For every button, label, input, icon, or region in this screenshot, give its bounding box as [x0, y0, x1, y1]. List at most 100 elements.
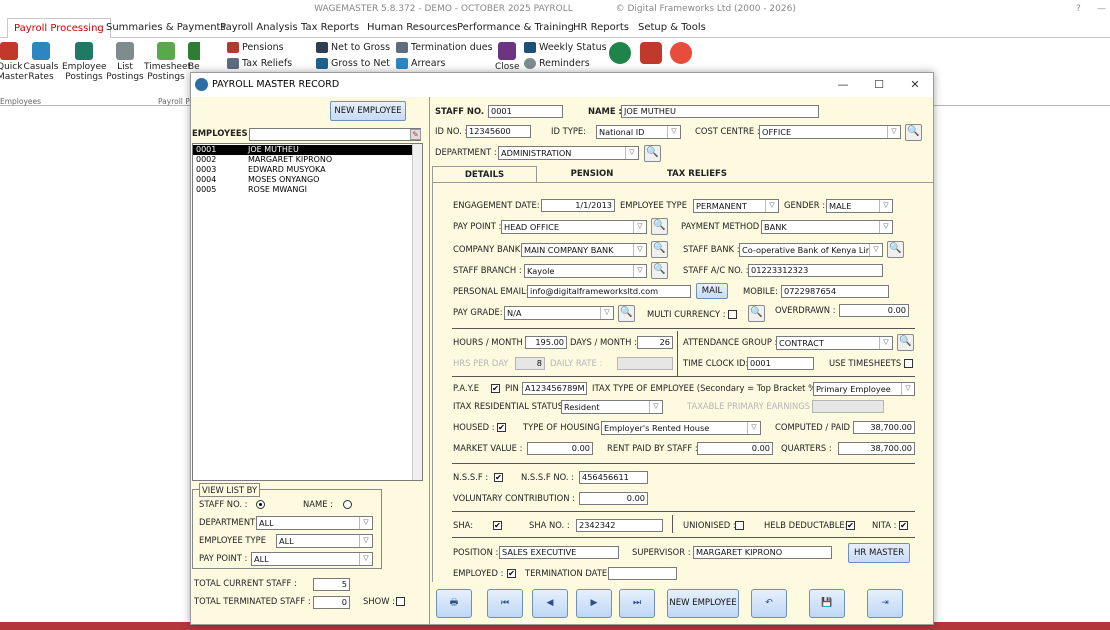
multi-currency-checkbox[interactable]	[728, 310, 737, 319]
exit-icon[interactable]: ⇥	[867, 589, 903, 618]
first-record-icon[interactable]: ⏮	[487, 589, 523, 618]
clear-search-icon[interactable]: ✎	[410, 129, 421, 140]
department-filter-select[interactable]: ALL ▽	[256, 516, 373, 530]
id-no-field[interactable]: 12345600	[466, 125, 531, 138]
search-icon[interactable]: 🔍	[905, 124, 922, 141]
search-icon[interactable]: 🔍	[887, 241, 904, 258]
id-type-select[interactable]: National ID ▽	[596, 125, 681, 139]
previous-record-icon[interactable]: ◀	[532, 589, 568, 618]
employed-checkbox[interactable]: ✔	[507, 569, 516, 578]
attendance-group-select[interactable]: CONTRACT ▽	[776, 336, 893, 350]
casuals-rates-button[interactable]: Casuals Rates	[23, 42, 59, 82]
pensions-button[interactable]: Pensions	[227, 42, 284, 53]
staff-no-field[interactable]: 0001	[488, 105, 563, 118]
company-bank-select[interactable]: MAIN COMPANY BANK ▽	[521, 243, 647, 257]
next-record-icon[interactable]: ▶	[576, 589, 612, 618]
quit-icon[interactable]	[670, 42, 692, 64]
gross-to-net-button[interactable]: Gross to Net	[316, 58, 390, 69]
hours-month-field[interactable]: 195.00	[525, 336, 567, 349]
dialog-minimize-button[interactable]: —	[826, 73, 860, 97]
housed-checkbox[interactable]: ✔	[497, 423, 506, 432]
list-postings-button[interactable]: List Postings	[106, 42, 144, 82]
staff-no-radio[interactable]	[256, 500, 265, 509]
nssf-no-field[interactable]: 456456611	[579, 471, 648, 484]
employee-type-select[interactable]: PERMANENT ▽	[693, 199, 779, 213]
staff-ac-field[interactable]: 01223312323	[748, 264, 883, 277]
engagement-date-field[interactable]: 1/1/2013	[541, 199, 615, 212]
tab-tax-reliefs[interactable]: TAX RELIEFS	[647, 166, 747, 182]
tax-reliefs-button[interactable]: Tax Reliefs	[227, 58, 292, 69]
pay-point-filter-select[interactable]: ALL ▽	[251, 552, 373, 566]
days-month-field[interactable]: 26	[637, 336, 673, 349]
search-icon[interactable]: 🔍	[651, 262, 668, 279]
undo-icon[interactable]: ↶	[751, 589, 787, 618]
menu-hr-reports[interactable]: HR Reports	[573, 18, 629, 38]
list-item[interactable]: 0004 MOSES ONYANGO	[193, 175, 421, 185]
name-radio[interactable]	[343, 500, 352, 509]
menu-tax-reports[interactable]: Tax Reports	[301, 18, 359, 38]
hr-master-button[interactable]: HR MASTER	[848, 543, 910, 563]
quick-master-button[interactable]: Quick Master	[0, 42, 28, 82]
position-field[interactable]: SALES EXECUTIVE	[499, 546, 619, 559]
arrears-button[interactable]: Arrears	[396, 58, 445, 69]
housing-type-select[interactable]: Employer's Rented House ▽	[601, 421, 761, 435]
paye-checkbox[interactable]: ✔	[491, 384, 500, 393]
list-item[interactable]: 0001 JOE MUTHEU	[193, 145, 421, 155]
search-icon[interactable]: 🔍	[644, 145, 661, 162]
new-employee-bottom-button[interactable]: NEW EMPLOYEE	[667, 589, 739, 618]
computed-paid-field[interactable]: 38,700.00	[853, 421, 915, 434]
close-payroll-button[interactable]: Close	[495, 42, 520, 72]
menu-payroll-analysis[interactable]: Payroll Analysis	[220, 18, 298, 38]
search-icon[interactable]: 🔍	[618, 305, 635, 322]
helb-checkbox[interactable]: ✔	[846, 521, 855, 530]
new-employee-button[interactable]: NEW EMPLOYEE	[330, 101, 406, 121]
reminders-button[interactable]: Reminders	[524, 58, 590, 69]
help-button[interactable]: ?	[1076, 0, 1081, 18]
weekly-status-button[interactable]: Weekly Status	[524, 42, 607, 53]
tab-pension[interactable]: PENSION	[537, 166, 647, 182]
mail-button[interactable]: MAIL	[696, 283, 728, 299]
timesheet-postings-button[interactable]: Timesheet Postings	[144, 42, 191, 82]
gender-select[interactable]: MALE ▽	[826, 199, 893, 213]
mobile-field[interactable]: 0722987654	[781, 285, 889, 298]
list-item[interactable]: 0002 MARGARET KIPRONO	[193, 155, 421, 165]
pay-point-select[interactable]: HEAD OFFICE ▽	[501, 220, 647, 234]
search-icon[interactable]: 🔍	[651, 241, 668, 258]
benefits-button[interactable]: Benefits	[188, 42, 200, 72]
personal-email-field[interactable]: info@digitalframeworksltd.com	[527, 285, 691, 298]
employee-list-scrollbar[interactable]	[412, 144, 422, 480]
dialog-maximize-button[interactable]: ☐	[862, 73, 896, 97]
save-icon[interactable]: 💾	[809, 589, 845, 618]
employee-list[interactable]: 0001 JOE MUTHEU 0002 MARGARET KIPRONO 0003 ED…	[192, 143, 423, 481]
name-field[interactable]: JOE MUTHEU	[621, 105, 819, 118]
menu-payroll-processing[interactable]: Payroll Processing	[7, 18, 111, 39]
nita-checkbox[interactable]: ✔	[899, 521, 908, 530]
unionised-checkbox[interactable]	[735, 521, 744, 530]
pin-field[interactable]: A123456789M	[522, 382, 587, 395]
payment-method-select[interactable]: BANK ▽	[761, 220, 893, 234]
dialog-close-button[interactable]: ✕	[898, 73, 932, 97]
menu-performance-training[interactable]: Performance & Training	[457, 18, 574, 38]
time-clock-field[interactable]: 0001	[747, 357, 814, 370]
pay-grade-select[interactable]: N/A ▽	[504, 306, 614, 320]
department-select[interactable]: ADMINISTRATION ▽	[498, 146, 639, 160]
termination-dues-button[interactable]: Termination dues	[396, 42, 493, 53]
employee-search-input[interactable]	[249, 128, 421, 141]
rent-paid-field[interactable]: 0.00	[697, 442, 773, 455]
itax-type-select[interactable]: Primary Employee ▽	[813, 382, 915, 396]
use-timesheets-checkbox[interactable]	[904, 359, 913, 368]
list-item[interactable]: 0005 ROSE MWANGI	[193, 185, 421, 195]
print-icon[interactable]: 🖶	[436, 589, 472, 618]
nssf-checkbox[interactable]: ✔	[494, 473, 503, 482]
last-record-icon[interactable]: ⏭	[619, 589, 655, 618]
staff-bank-select[interactable]: Co-operative Bank of Kenya Limited ▽	[739, 243, 883, 257]
cost-centre-select[interactable]: OFFICE ▽	[759, 125, 901, 139]
termination-date-field[interactable]	[608, 567, 677, 580]
menu-setup-tools[interactable]: Setup & Tools	[638, 18, 706, 38]
log-icon[interactable]	[640, 42, 662, 64]
net-to-gross-button[interactable]: Net to Gross	[316, 42, 390, 53]
list-item[interactable]: 0003 EDWARD MUSYOKA	[193, 165, 421, 175]
sha-checkbox[interactable]: ✔	[493, 521, 502, 530]
search-icon[interactable]: 🔍	[897, 334, 914, 351]
menu-human-resources[interactable]: Human Resources	[367, 18, 457, 38]
